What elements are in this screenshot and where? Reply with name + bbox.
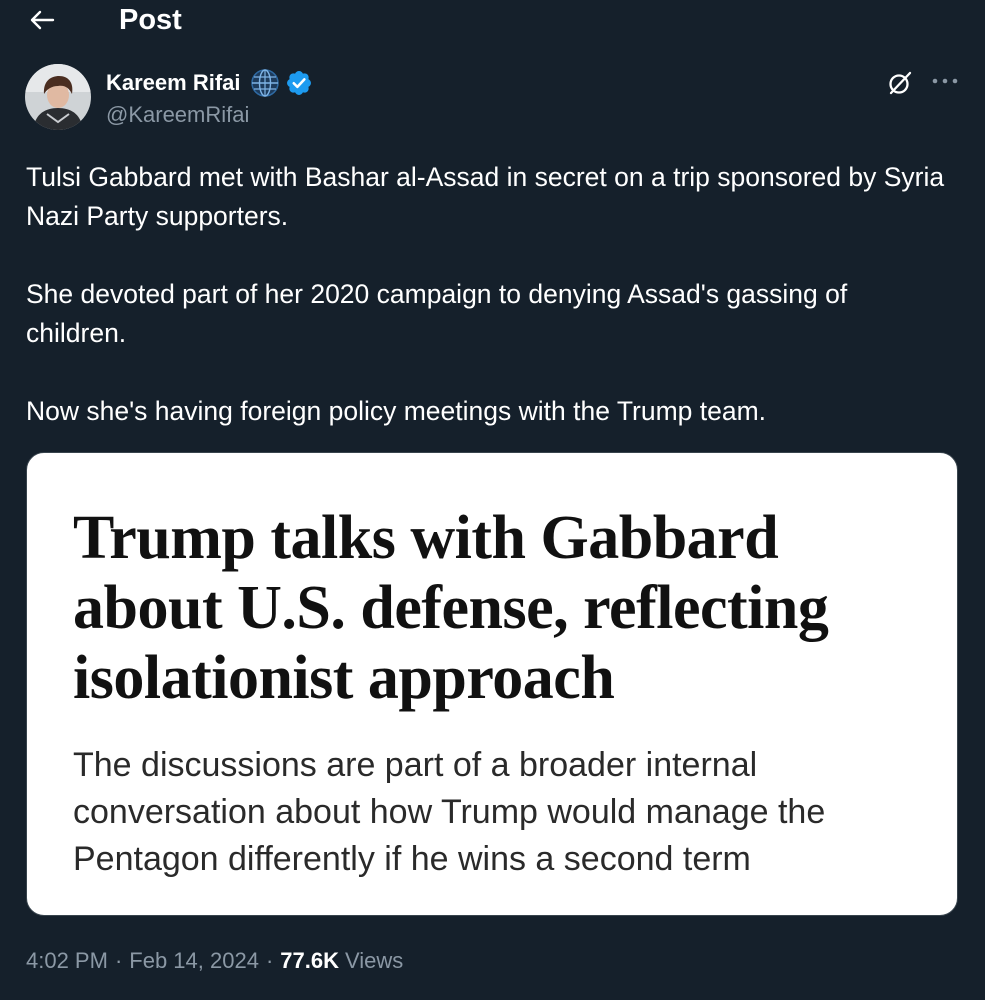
post-text: Tulsi Gabbard met with Bashar al-Assad i… bbox=[26, 158, 946, 431]
author-name-row: Kareem Rifai bbox=[106, 66, 313, 100]
view-count[interactable]: 77.6K bbox=[280, 948, 339, 974]
avatar-image bbox=[25, 64, 91, 130]
author-name[interactable]: Kareem Rifai bbox=[106, 70, 241, 96]
more-button[interactable] bbox=[927, 67, 963, 95]
post-paragraph: Tulsi Gabbard met with Bashar al-Assad i… bbox=[26, 162, 945, 231]
separator-dot: · bbox=[265, 948, 274, 973]
post-media-image[interactable]: Trump talks with Gabbard about U.S. defe… bbox=[26, 452, 958, 916]
views-label: Views bbox=[344, 948, 404, 973]
verified-icon[interactable] bbox=[285, 69, 313, 97]
grok-button[interactable] bbox=[884, 67, 916, 99]
back-button[interactable] bbox=[20, 2, 64, 38]
globe-icon[interactable] bbox=[249, 67, 281, 99]
post-paragraph: She devoted part of her 2020 campaign to… bbox=[26, 279, 848, 348]
top-bar: Post bbox=[0, 0, 985, 44]
post-paragraph: Now she's having foreign policy meetings… bbox=[26, 396, 767, 426]
article-subheadline: The discussions are part of a broader in… bbox=[73, 746, 826, 878]
separator-dot: · bbox=[114, 948, 123, 973]
author-handle[interactable]: @KareemRifai bbox=[106, 102, 249, 128]
grok-icon bbox=[889, 71, 912, 95]
more-horizontal-icon bbox=[932, 78, 958, 84]
page-title: Post bbox=[119, 4, 182, 36]
arrow-left-icon bbox=[30, 10, 55, 30]
article-headline: Trump talks with Gabbard about U.S. defe… bbox=[73, 504, 829, 712]
post-date[interactable]: Feb 14, 2024 bbox=[129, 948, 259, 974]
post-meta: 4:02 PM · Feb 14, 2024 · 77.6K Views bbox=[26, 948, 403, 974]
avatar[interactable] bbox=[25, 64, 91, 130]
post-time[interactable]: 4:02 PM bbox=[26, 948, 108, 974]
